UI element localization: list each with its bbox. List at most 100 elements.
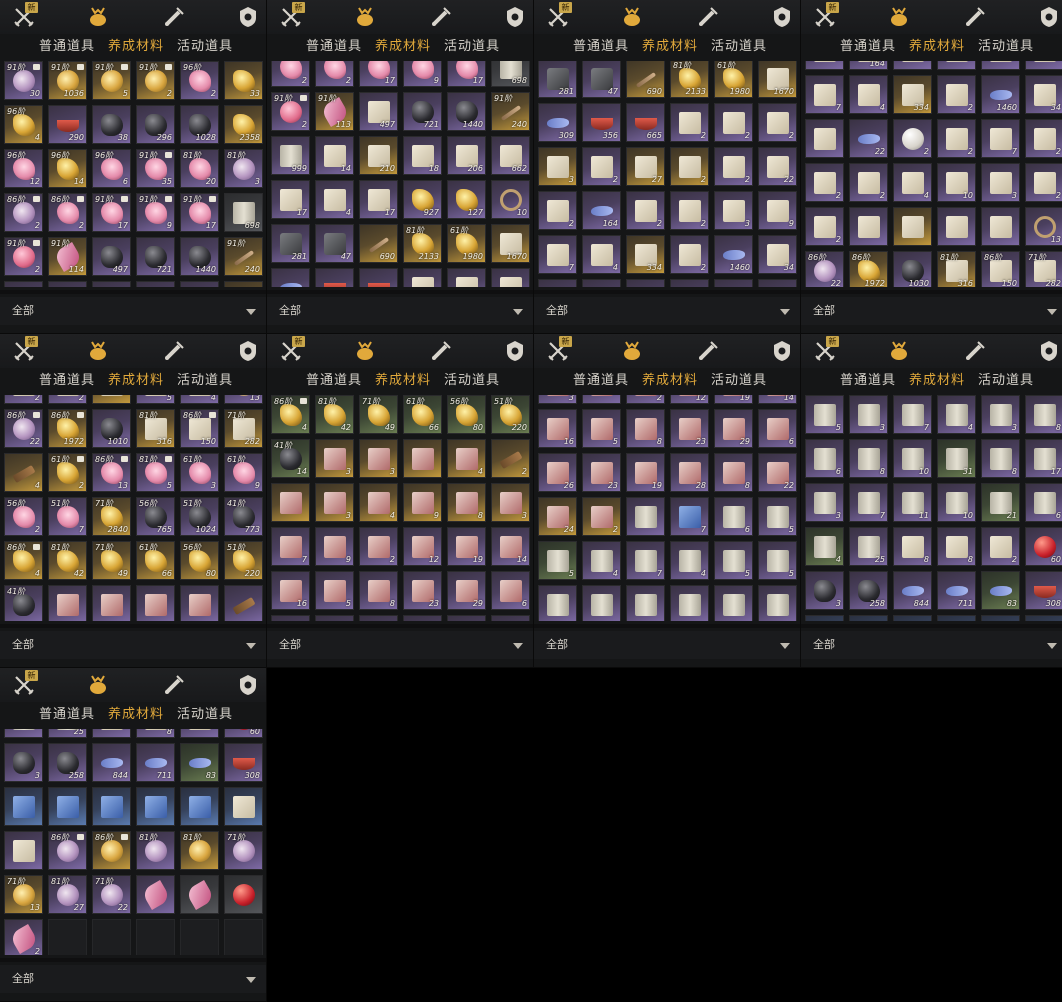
item-slot[interactable]: 86阶 1972 — [849, 251, 888, 287]
item-slot[interactable] — [224, 875, 263, 914]
item-slot[interactable]: 6 — [758, 409, 797, 448]
item-slot[interactable]: 3 — [849, 395, 888, 434]
item-slot[interactable]: 9 — [403, 61, 442, 87]
item-slot[interactable]: 91阶 17 — [180, 193, 219, 232]
item-slot[interactable]: 33 — [224, 61, 263, 100]
item-slot[interactable]: 83 — [180, 743, 219, 782]
item-slot[interactable]: 91阶 30 — [4, 61, 43, 100]
item-slot[interactable]: 19 — [714, 395, 753, 404]
item-slot[interactable]: 3 — [981, 395, 1020, 434]
item-slot[interactable]: 4 — [937, 395, 976, 434]
shield-badge-icon[interactable] — [236, 673, 260, 697]
item-slot[interactable]: 86阶 4 — [271, 395, 310, 434]
item-slot[interactable]: 8 — [714, 453, 753, 492]
item-slot[interactable]: 91阶 1036 — [48, 61, 87, 100]
item-slot[interactable]: 6 — [714, 497, 753, 536]
item-slot[interactable]: 1010 — [92, 409, 131, 448]
item-slot[interactable] — [180, 281, 219, 287]
item-slot[interactable]: 2 — [359, 527, 398, 566]
item-slot[interactable]: 665 — [626, 103, 665, 142]
item-slot[interactable]: 3 — [491, 483, 530, 522]
pouch-icon[interactable] — [86, 5, 110, 29]
item-slot[interactable]: 10 — [893, 439, 932, 478]
item-slot[interactable]: 51阶 220 — [491, 395, 530, 434]
item-slot[interactable] — [136, 585, 175, 621]
tab-event-items[interactable]: 活动道具 — [444, 36, 500, 58]
item-slot[interactable]: 7 — [849, 483, 888, 522]
filter-dropdown[interactable]: 全部 — [534, 631, 800, 659]
filter-dropdown[interactable]: 全部 — [0, 631, 266, 659]
item-slot[interactable]: 81阶 5 — [136, 453, 175, 492]
shield-badge-icon[interactable] — [503, 339, 527, 363]
item-slot[interactable]: 22 — [758, 147, 797, 186]
scroll-brush-icon[interactable] — [963, 339, 987, 363]
item-slot[interactable] — [180, 875, 219, 914]
item-slot[interactable] — [92, 585, 131, 621]
shield-badge-icon[interactable] — [236, 5, 260, 29]
item-slot[interactable] — [805, 615, 844, 621]
item-slot[interactable]: 9 — [758, 191, 797, 230]
item-slot[interactable]: 1670 — [758, 61, 797, 98]
item-slot[interactable]: 2 — [937, 119, 976, 158]
item-slot[interactable] — [92, 281, 131, 287]
item-slot[interactable]: 4 — [582, 235, 621, 274]
item-slot[interactable]: 7 — [626, 541, 665, 580]
item-grid-viewport[interactable]: 2 2 17 9 17 698 91阶 2 91阶 113 497 721 1440 91阶 240 999 1… — [271, 61, 531, 287]
item-slot[interactable]: 665 — [359, 268, 398, 287]
item-slot[interactable]: 2 — [670, 103, 709, 142]
item-slot[interactable]: 334 — [626, 235, 665, 274]
item-slot[interactable]: 91阶 17 — [92, 193, 131, 232]
item-slot[interactable]: 96阶 14 — [48, 149, 87, 188]
item-slot[interactable]: 47 — [315, 224, 354, 263]
item-slot[interactable] — [271, 615, 310, 621]
item-slot[interactable]: 9 — [315, 527, 354, 566]
item-slot[interactable]: 2 — [1025, 119, 1062, 158]
item-slot[interactable]: 91阶 240 — [491, 92, 530, 131]
pouch-icon[interactable] — [887, 5, 911, 29]
item-slot[interactable] — [224, 281, 263, 287]
item-slot[interactable]: 3 — [538, 395, 577, 404]
item-slot[interactable]: 61阶 2 — [48, 453, 87, 492]
item-slot[interactable]: 86阶 2 — [48, 193, 87, 232]
item-slot[interactable]: 1028 — [180, 105, 219, 144]
item-slot[interactable]: 81阶 42 — [48, 541, 87, 580]
item-slot[interactable]: 16 — [538, 409, 577, 448]
item-slot[interactable]: 60 — [1025, 527, 1062, 566]
item-slot[interactable] — [893, 615, 932, 621]
item-slot[interactable]: 4 — [447, 439, 486, 478]
item-slot[interactable]: 22 — [758, 453, 797, 492]
item-slot[interactable]: 41阶 14 — [271, 439, 310, 478]
item-slot[interactable]: 61阶 1980 — [447, 224, 486, 263]
item-slot[interactable] — [981, 61, 1020, 70]
item-slot[interactable]: 91阶 2 — [271, 92, 310, 131]
item-slot[interactable]: 17 — [447, 61, 486, 87]
tab-normal-items[interactable]: 普通道具 — [840, 370, 896, 392]
item-slot[interactable]: 2 — [48, 395, 87, 404]
item-slot[interactable] — [714, 279, 753, 287]
item-slot[interactable]: 2 — [271, 61, 310, 87]
tab-normal-items[interactable]: 普通道具 — [39, 704, 95, 726]
item-slot[interactable] — [136, 281, 175, 287]
scroll-brush-icon[interactable] — [162, 5, 186, 29]
item-slot[interactable]: 23 — [582, 453, 621, 492]
item-slot[interactable]: 4 — [893, 163, 932, 202]
item-slot[interactable]: 51阶 220 — [224, 541, 263, 580]
item-slot[interactable]: 2 — [805, 163, 844, 202]
item-slot[interactable]: 1460 — [981, 75, 1020, 114]
item-slot[interactable] — [136, 787, 175, 826]
item-slot[interactable]: 356 — [315, 268, 354, 287]
item-slot[interactable]: 5 — [758, 497, 797, 536]
item-slot[interactable]: 7 — [670, 497, 709, 536]
item-slot[interactable]: 308 — [224, 743, 263, 782]
item-slot[interactable]: 5 — [582, 409, 621, 448]
item-slot[interactable]: 96阶 4 — [4, 105, 43, 144]
item-slot[interactable]: 61阶 66 — [136, 541, 175, 580]
pouch-icon[interactable] — [887, 339, 911, 363]
item-slot[interactable]: 27 — [626, 147, 665, 186]
item-slot[interactable] — [805, 61, 844, 70]
item-slot[interactable]: 164 — [849, 61, 888, 70]
item-slot[interactable]: 4 — [180, 395, 219, 404]
item-slot[interactable]: 2 — [670, 147, 709, 186]
item-slot[interactable] — [48, 585, 87, 621]
item-slot[interactable]: 698 — [491, 61, 530, 87]
